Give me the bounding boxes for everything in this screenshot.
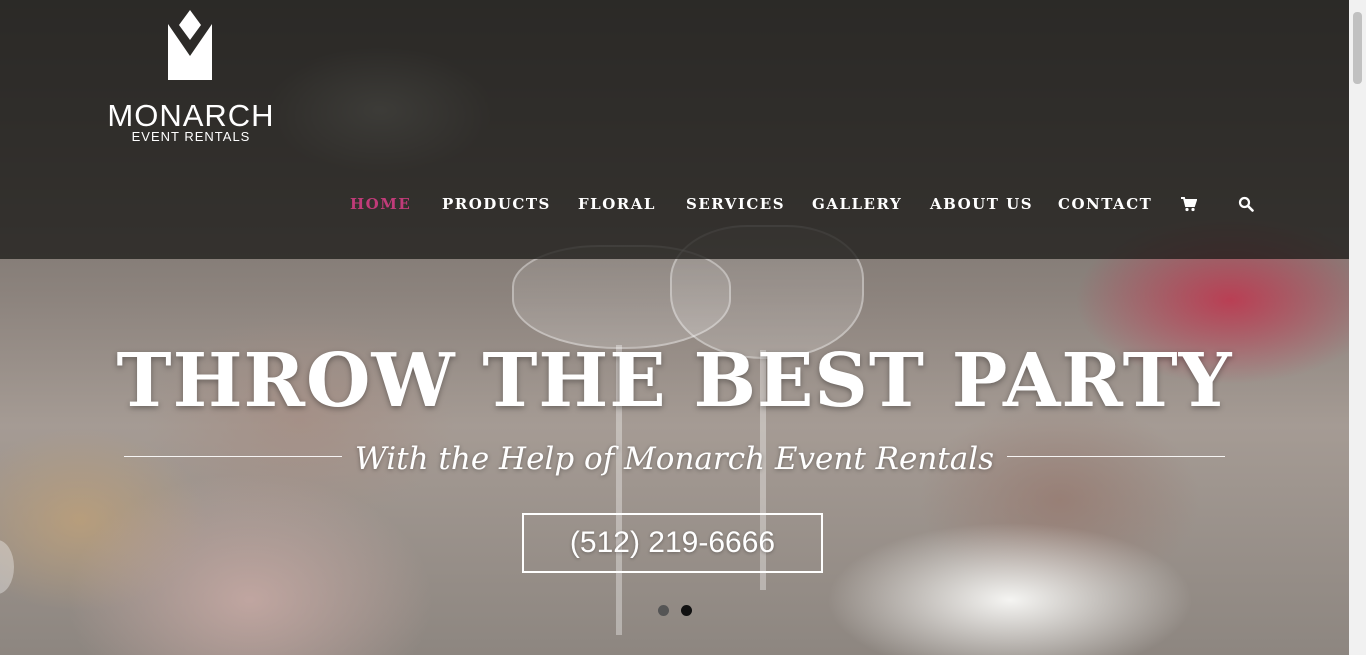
nav-floral[interactable]: FLORAL bbox=[578, 195, 656, 213]
scrollbar-thumb[interactable] bbox=[1353, 12, 1362, 84]
nav-contact[interactable]: CONTACT bbox=[1058, 195, 1152, 213]
nav-products[interactable]: PRODUCTS bbox=[442, 195, 551, 213]
header-bar: MONARCH EVENT RENTALS HOME PRODUCTS FLOR… bbox=[0, 0, 1349, 259]
nav-services[interactable]: SERVICES bbox=[686, 195, 785, 213]
slider-dot-2-active[interactable] bbox=[681, 605, 692, 616]
page-scrollbar[interactable] bbox=[1349, 0, 1366, 655]
hero-subheadline: With the Help of Monarch Event Rentals bbox=[354, 441, 995, 477]
monarch-diamond-logo-icon bbox=[168, 10, 212, 80]
nav-gallery[interactable]: GALLERY bbox=[812, 195, 902, 213]
search-icon[interactable] bbox=[1238, 196, 1254, 212]
slider-dot-1[interactable] bbox=[658, 605, 669, 616]
slider-prev-arrow[interactable] bbox=[0, 540, 14, 594]
nav-about-us[interactable]: ABOUT US bbox=[930, 195, 1033, 213]
cart-icon[interactable] bbox=[1181, 196, 1197, 212]
phone-call-button[interactable]: (512) 219-6666 bbox=[522, 513, 823, 573]
logo-subtitle: EVENT RENTALS bbox=[131, 129, 251, 144]
hero-headline: THROW THE BEST PARTY bbox=[116, 338, 1233, 424]
site-logo[interactable]: MONARCH EVENT RENTALS bbox=[96, 10, 286, 150]
nav-home[interactable]: HOME bbox=[350, 195, 411, 213]
